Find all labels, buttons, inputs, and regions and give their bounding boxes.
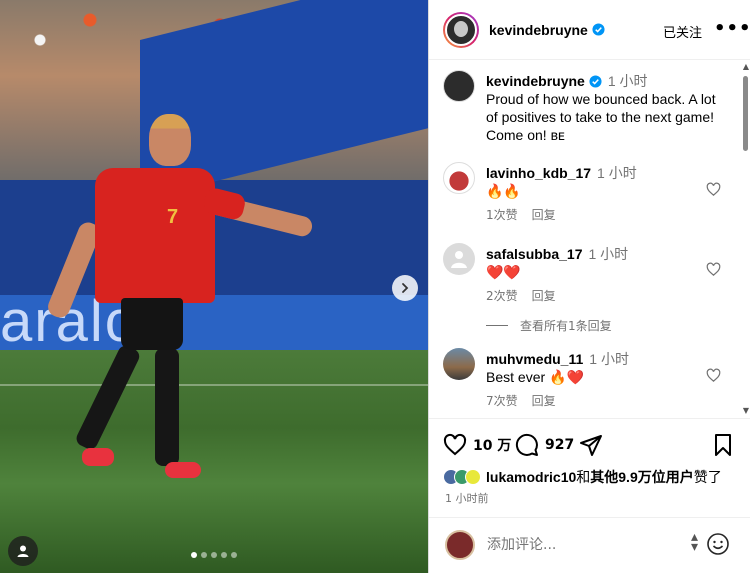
comment-input[interactable] — [487, 537, 667, 553]
heart-icon[interactable] — [706, 182, 721, 197]
player-left-leg — [73, 343, 142, 452]
comment-header: safalsubba_17 1 小时 — [486, 245, 628, 263]
comment-meta: 7次赞 回复 — [486, 392, 570, 409]
post-actions: 10 万 927 lukamodric10和其他9.9万位用户赞了 1 小时前 — [429, 418, 750, 573]
view-replies-button[interactable]: 查看所有1条回复 — [486, 317, 612, 334]
add-comment-bar: ▴▾ — [429, 517, 750, 573]
carousel-dot — [231, 552, 237, 558]
like-count: 10 万 — [473, 438, 512, 454]
like-action[interactable]: 10 万 — [443, 433, 511, 457]
comment-text: Best ever 🔥❤️ — [486, 369, 584, 385]
liked-by-suffix: 赞了 — [693, 469, 722, 485]
player-shorts — [121, 298, 183, 350]
user-icon — [17, 545, 29, 557]
carousel-dot — [201, 552, 207, 558]
bookmark-icon — [715, 434, 731, 456]
heart-icon[interactable] — [706, 368, 721, 383]
heart-icon[interactable] — [706, 262, 721, 277]
comment-username[interactable]: lavinho_kdb_17 — [486, 165, 591, 181]
liked-by-others[interactable]: 其他9.9万位用户 — [590, 469, 693, 485]
emoji-icon[interactable] — [706, 532, 730, 556]
scroll-up-arrow[interactable]: ▲ — [743, 62, 749, 71]
caption-author-avatar[interactable] — [443, 70, 475, 102]
comment-like-count[interactable]: 2次赞 — [486, 289, 518, 303]
share-action[interactable] — [579, 433, 609, 457]
comment-count: 927 — [545, 437, 575, 453]
caption-text: Proud of how we bounced back. A lot of p… — [486, 91, 716, 143]
comment-meta: 2次赞 回复 — [486, 287, 570, 304]
verified-badge-icon — [592, 23, 605, 36]
current-user-avatar — [445, 530, 475, 560]
player-figure: 7 — [45, 110, 320, 490]
player-right-boot — [165, 462, 201, 478]
more-options-button[interactable]: ••• — [714, 18, 750, 39]
heart-icon — [443, 433, 467, 456]
comment-header: lavinho_kdb_17 1 小时 — [486, 164, 637, 182]
post-photo[interactable]: aralco 7 — [0, 0, 428, 573]
player-head — [149, 114, 191, 166]
reply-button[interactable]: 回复 — [532, 289, 556, 303]
liked-by-user[interactable]: lukamodric10 — [486, 469, 576, 485]
caption-time: 1 小时 — [607, 73, 648, 89]
player-left-boot — [82, 448, 114, 466]
carousel-dots — [191, 552, 237, 558]
instagram-post-view: aralco 7 kevindebruyne 已关注 ••• kevindebr… — [0, 0, 750, 573]
post-side-panel: kevindebruyne 已关注 ••• kevindebruyne 1 小时 … — [428, 0, 750, 573]
comment-username[interactable]: safalsubba_17 — [486, 246, 583, 262]
scroll-down-arrow[interactable]: ▼ — [743, 406, 749, 415]
caption-header: kevindebruyne 1 小时 — [486, 72, 726, 90]
comment-bubble-icon — [515, 433, 538, 456]
reply-button[interactable]: 回复 — [532, 394, 556, 408]
comment-time: 1 小时 — [597, 165, 637, 181]
liked-by-row[interactable]: lukamodric10和其他9.9万位用户赞了 — [443, 467, 722, 487]
comment-time: 1 小时 — [588, 246, 629, 262]
chevron-right-icon — [402, 283, 409, 293]
comment-text: ❤️❤️ — [486, 264, 521, 280]
comment-username[interactable]: muhvmedu_11 — [486, 351, 583, 367]
posted-time[interactable]: 1 小时前 — [445, 490, 489, 506]
author-username[interactable]: kevindebruyne — [489, 22, 588, 38]
comments-list[interactable]: kevindebruyne 1 小时 Proud of how we bounce… — [429, 60, 750, 418]
carousel-dot — [211, 552, 217, 558]
player-shirt — [95, 168, 215, 303]
comment-time: 1 小时 — [589, 351, 629, 367]
player-right-leg — [155, 348, 179, 466]
verified-badge-icon — [589, 75, 602, 88]
carousel-dot — [191, 552, 197, 558]
liker-avatar — [465, 469, 481, 485]
reply-button[interactable]: 回复 — [532, 208, 556, 222]
resize-icon[interactable]: ▴ ▾ — [691, 530, 698, 554]
author-avatar[interactable] — [443, 11, 479, 48]
comment-action[interactable]: 927 — [515, 433, 574, 457]
carousel-dot — [221, 552, 227, 558]
liked-by-connector: 和 — [576, 469, 591, 485]
following-button[interactable]: 已关注 — [663, 22, 702, 41]
comment-avatar[interactable] — [443, 348, 475, 380]
comment-like-count[interactable]: 1次赞 — [486, 208, 518, 222]
shirt-number: 7 — [167, 206, 179, 228]
liked-by-text: lukamodric10和其他9.9万位用户赞了 — [486, 467, 722, 487]
tagged-users-button[interactable] — [8, 536, 38, 566]
comment-avatar[interactable] — [443, 162, 475, 194]
default-avatar-icon — [451, 251, 467, 268]
caption-author-name[interactable]: kevindebruyne — [486, 73, 585, 89]
comment-meta: 1次赞 回复 — [486, 206, 570, 223]
comment-like-count[interactable]: 7次赞 — [486, 394, 518, 408]
comment-header: muhvmedu_11 1 小时 — [486, 350, 629, 368]
scrollbar-thumb[interactable] — [743, 76, 748, 151]
post-header: kevindebruyne 已关注 ••• — [429, 0, 750, 60]
send-icon — [580, 435, 602, 456]
next-image-button[interactable] — [392, 275, 418, 301]
comment-text: 🔥🔥 — [486, 183, 521, 199]
save-action[interactable] — [711, 433, 741, 457]
